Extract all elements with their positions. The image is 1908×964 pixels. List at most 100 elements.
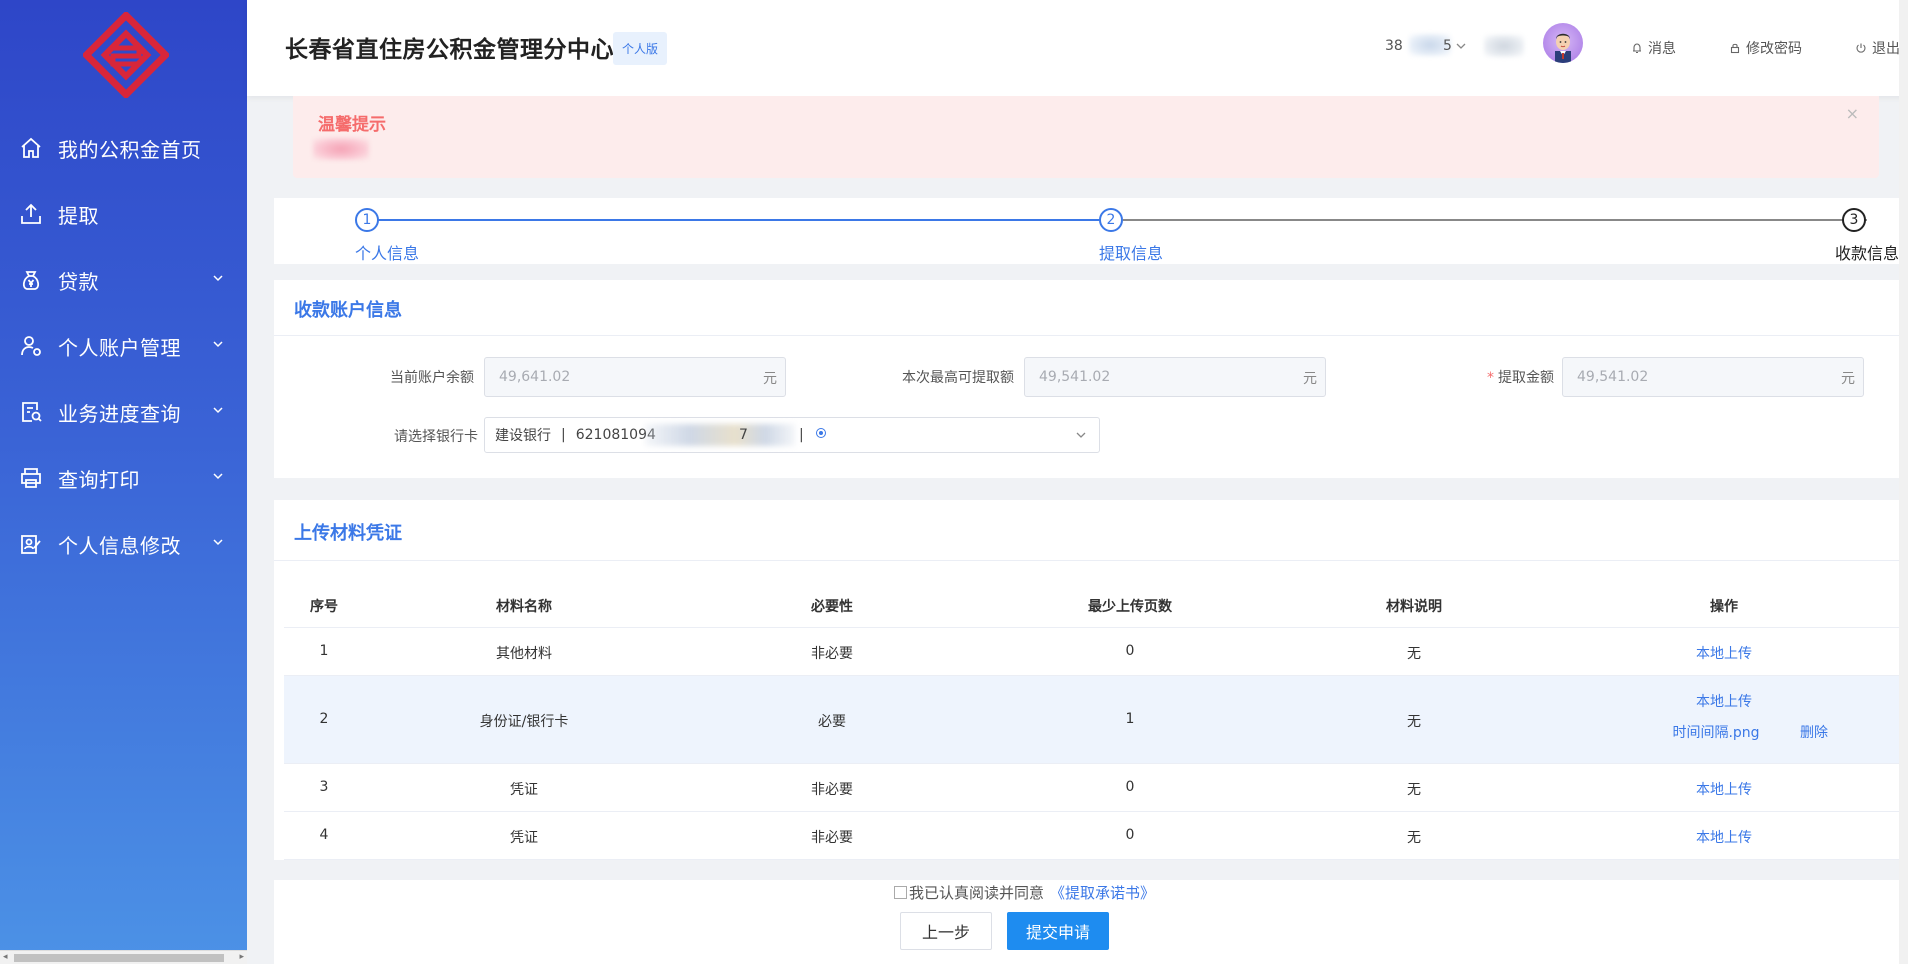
agreement-row: 我已认真阅读并同意 《提取承诺书》 [894, 882, 1155, 903]
chevron-down-icon[interactable] [1455, 40, 1467, 52]
table-row: 2 身份证/银行卡 必要 1 无 本地上传 时间间隔.png 删除 [284, 676, 1900, 764]
step-3-label: 收款信息 [1835, 244, 1900, 263]
balance-field: 49,641.02 元 [484, 357, 786, 397]
sidebar-item-progress[interactable]: 业务进度查询 [0, 379, 247, 445]
scroll-left-arrow-icon[interactable]: ◂ [3, 952, 8, 962]
balance-label: 当前账户余额 [390, 370, 474, 386]
previous-step-button[interactable]: 上一步 [900, 912, 992, 950]
sidebar-horizontal-scrollbar[interactable]: ◂ ▸ [0, 950, 247, 964]
power-icon [1856, 43, 1866, 53]
bank-card-number: 621081094 [575, 427, 656, 443]
row-number: 2 [319, 711, 329, 727]
bank-card-number-tail: 7 [739, 427, 748, 443]
sidebar-item-label: 个人账户管理 [58, 335, 181, 360]
unit-label: 元 [1303, 371, 1317, 387]
chevron-down-icon [211, 271, 225, 285]
sidebar-item-account[interactable]: 个人账户管理 [0, 313, 247, 379]
sidebar-item-label: 我的公积金首页 [58, 137, 202, 162]
material-desc: 无 [1407, 782, 1421, 798]
table-header: 序号 材料名称 必要性 最少上传页数 材料说明 操作 [284, 580, 1900, 628]
withdraw-amount-field[interactable]: 49,541.02 元 [1562, 357, 1864, 397]
material-name: 身份证/银行卡 [479, 714, 569, 730]
submit-application-button[interactable]: 提交申请 [1007, 912, 1109, 950]
balance-value: 49,641.02 [499, 369, 571, 385]
chevron-down-icon [211, 469, 225, 483]
step-1-circle: 1 [355, 208, 379, 232]
logout-link[interactable]: 退出 [1855, 38, 1900, 58]
separator: | [799, 427, 804, 443]
progress-steps: 1 个人信息 2 提取信息 3 收款信息 [274, 198, 1900, 264]
step-2-label: 提取信息 [1099, 244, 1164, 263]
printer-icon [18, 465, 44, 491]
sidebar-item-loan[interactable]: 贷款 [0, 247, 247, 313]
messages-label: 消息 [1648, 41, 1676, 57]
top-header: 长春省直住房公积金管理分中心 个人版 38 5 消息 修改密码 退出 [247, 0, 1908, 96]
commitment-letter-link[interactable]: 《提取承诺书》 [1050, 882, 1155, 903]
change-password-link[interactable]: 修改密码 [1729, 38, 1802, 58]
user-id[interactable]: 38 [1385, 38, 1403, 54]
scrollbar-thumb[interactable] [14, 954, 224, 962]
sidebar: 我的公积金首页 提取 贷款 个人账户管理 业务进度查询 查询打印 个人信息修改 … [0, 0, 247, 964]
close-icon[interactable]: × [1846, 104, 1859, 123]
upload-materials-card: 上传材料凭证 序号 材料名称 必要性 最少上传页数 材料说明 操作 1 其他材料… [274, 500, 1900, 860]
local-upload-link[interactable]: 本地上传 [1696, 691, 1752, 711]
chevron-down-icon [211, 403, 225, 417]
sidebar-item-label: 个人信息修改 [58, 533, 181, 558]
table-row: 3 凭证 非必要 0 无 本地上传 [284, 764, 1900, 812]
step-1-label: 个人信息 [355, 244, 420, 263]
withdraw-amount-label-text: 提取金额 [1498, 370, 1554, 386]
messages-link[interactable]: 消息 [1631, 38, 1676, 58]
agree-checkbox[interactable] [894, 886, 907, 899]
min-pages: 0 [1125, 827, 1135, 843]
sidebar-item-print[interactable]: 查询打印 [0, 445, 247, 511]
home-icon [18, 135, 44, 161]
sidebar-item-withdraw[interactable]: 提取 [0, 181, 247, 247]
requirement: 非必要 [811, 830, 853, 846]
edit-profile-icon [18, 531, 44, 557]
form-footer: 我已认真阅读并同意 《提取承诺书》 上一步 提交申请 [274, 880, 1900, 964]
divider [274, 335, 1900, 336]
warm-tip-notice: 温馨提示 × [293, 96, 1879, 178]
material-name: 其他材料 [496, 646, 552, 662]
unit-label: 元 [763, 371, 777, 387]
logout-label: 退出 [1872, 41, 1900, 57]
scroll-right-arrow-icon[interactable]: ▸ [239, 952, 244, 962]
window-scrollbar[interactable] [1899, 0, 1908, 964]
min-pages: 0 [1125, 643, 1135, 659]
material-desc: 无 [1407, 830, 1421, 846]
step-3-circle: 3 [1842, 208, 1866, 232]
chevron-down-icon [1075, 429, 1087, 445]
lock-icon [1730, 43, 1740, 54]
table-row: 4 凭证 非必要 0 无 本地上传 [284, 812, 1900, 860]
step-line-pending [1123, 219, 1867, 221]
local-upload-link[interactable]: 本地上传 [1696, 827, 1752, 847]
sidebar-menu: 我的公积金首页 提取 贷款 个人账户管理 业务进度查询 查询打印 个人信息修改 [0, 115, 247, 577]
row-number: 4 [319, 827, 329, 843]
receiving-account-card: 收款账户信息 当前账户余额 49,641.02 元 本次最高可提取额 49,54… [274, 280, 1900, 478]
bank-card-select[interactable]: 建设银行 | 621081094 7 | [484, 417, 1100, 453]
requirement: 非必要 [811, 646, 853, 662]
local-upload-link[interactable]: 本地上传 [1696, 643, 1752, 663]
user-settings-icon [18, 333, 44, 359]
delete-file-link[interactable]: 删除 [1800, 722, 1828, 742]
agree-text: 我已认真阅读并同意 [909, 884, 1045, 902]
avatar[interactable] [1543, 23, 1583, 63]
user-id-tail: 5 [1443, 38, 1452, 54]
money-bag-icon [18, 267, 44, 293]
required-asterisk: * [1487, 370, 1494, 386]
min-pages: 1 [1125, 711, 1135, 727]
local-upload-link[interactable]: 本地上传 [1696, 779, 1752, 799]
uploaded-file-link[interactable]: 时间间隔.png [1672, 722, 1759, 742]
progress-search-icon [18, 399, 44, 425]
column-header: 必要性 [811, 599, 853, 615]
sidebar-item-profile-edit[interactable]: 个人信息修改 [0, 511, 247, 577]
separator: | [561, 427, 566, 443]
table-row: 1 其他材料 非必要 0 无 本地上传 [284, 628, 1900, 676]
max-amount-field: 49,541.02 元 [1024, 357, 1326, 397]
chevron-down-icon [211, 337, 225, 351]
column-header: 操作 [1710, 599, 1738, 615]
sidebar-item-home[interactable]: 我的公积金首页 [0, 115, 247, 181]
divider [274, 560, 1900, 561]
column-header: 材料说明 [1386, 599, 1442, 615]
upload-icon [18, 201, 44, 227]
